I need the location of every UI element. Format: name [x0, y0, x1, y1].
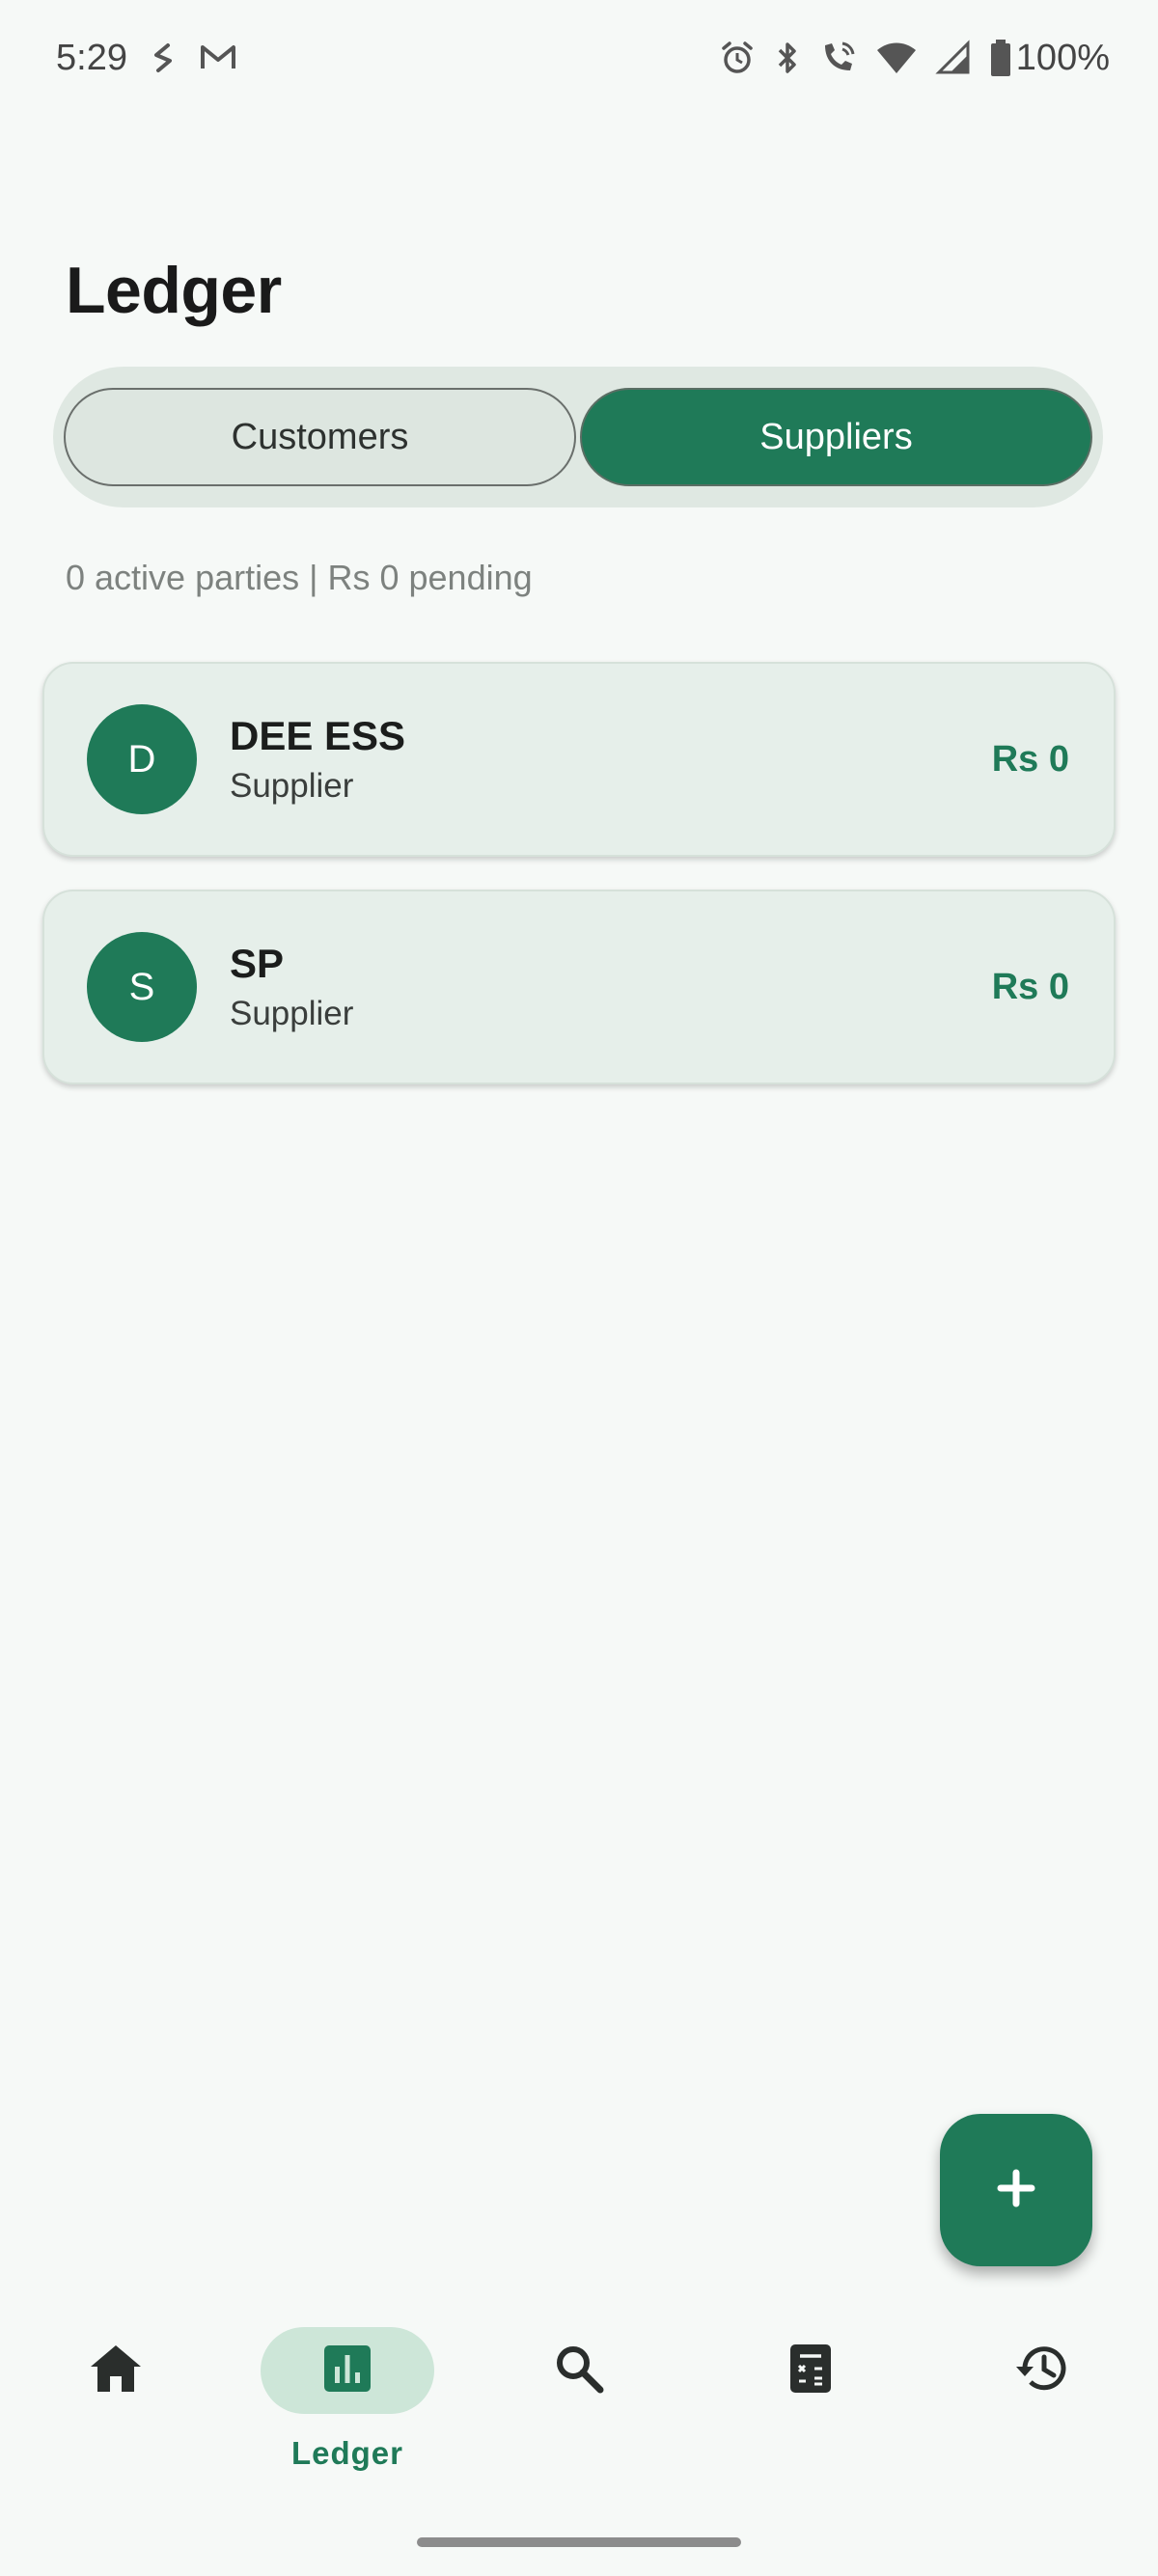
party-balance: Rs 0	[991, 966, 1069, 1007]
party-list: D DEE ESS Supplier Rs 0 S SP Supplier Rs…	[42, 662, 1116, 1117]
status-time: 5:29	[56, 37, 127, 78]
nav-item-home[interactable]	[29, 2327, 203, 2414]
party-type: Supplier	[230, 767, 354, 805]
s-app-icon	[149, 41, 178, 74]
party-name: DEE ESS	[230, 713, 406, 758]
nav-label-ledger: Ledger	[290, 2435, 404, 2471]
alarm-icon	[719, 40, 756, 76]
search-icon	[552, 2342, 606, 2400]
tab-suppliers[interactable]: Suppliers	[580, 388, 1092, 486]
party-type: Supplier	[230, 995, 354, 1032]
bluetooth-icon	[773, 40, 802, 76]
party-card[interactable]: S SP Supplier Rs 0	[42, 890, 1116, 1084]
screen: 5:29 100% Ledger Customers Suppliers 0 a…	[0, 0, 1158, 2576]
party-balance: Rs 0	[991, 738, 1069, 780]
battery-icon	[989, 39, 1012, 77]
nav-pill	[724, 2327, 897, 2414]
gmail-icon	[199, 43, 237, 72]
nav-item-ledger[interactable]: Ledger	[261, 2327, 434, 2472]
nav-pill	[29, 2327, 203, 2414]
add-party-button[interactable]	[940, 2114, 1092, 2266]
plus-icon	[995, 2167, 1037, 2214]
avatar: D	[87, 704, 197, 814]
nav-item-history[interactable]	[955, 2327, 1129, 2414]
party-info: DEE ESS Supplier	[230, 713, 992, 806]
nav-item-calculator[interactable]	[724, 2327, 897, 2414]
party-type-segmented-control: Customers Suppliers	[53, 367, 1103, 507]
history-icon	[1013, 2342, 1071, 2400]
bottom-nav: Ledger	[0, 2292, 1158, 2576]
wifi-icon	[875, 41, 918, 75]
page-title: Ledger	[66, 254, 282, 327]
battery-percent: 100%	[1015, 37, 1110, 78]
nav-pill	[261, 2327, 434, 2414]
tab-customers[interactable]: Customers	[64, 388, 576, 486]
nav-pill	[955, 2327, 1129, 2414]
ledger-chart-icon	[322, 2343, 372, 2398]
signal-icon	[935, 40, 972, 76]
wifi-calling-icon	[819, 40, 858, 76]
home-indicator[interactable]	[417, 2537, 741, 2547]
status-bar: 5:29 100%	[0, 0, 1158, 116]
party-name: SP	[230, 941, 285, 986]
battery-group: 100%	[989, 38, 1110, 79]
parties-summary: 0 active parties | Rs 0 pending	[66, 558, 533, 597]
nav-pill	[492, 2327, 666, 2414]
status-left: 5:29	[56, 38, 237, 79]
status-right: 100%	[719, 38, 1110, 79]
party-info: SP Supplier	[230, 941, 992, 1033]
avatar: S	[87, 932, 197, 1042]
calculator-icon	[788, 2343, 833, 2399]
party-card[interactable]: D DEE ESS Supplier Rs 0	[42, 662, 1116, 857]
home-icon	[87, 2342, 145, 2400]
nav-item-search[interactable]	[492, 2327, 666, 2414]
